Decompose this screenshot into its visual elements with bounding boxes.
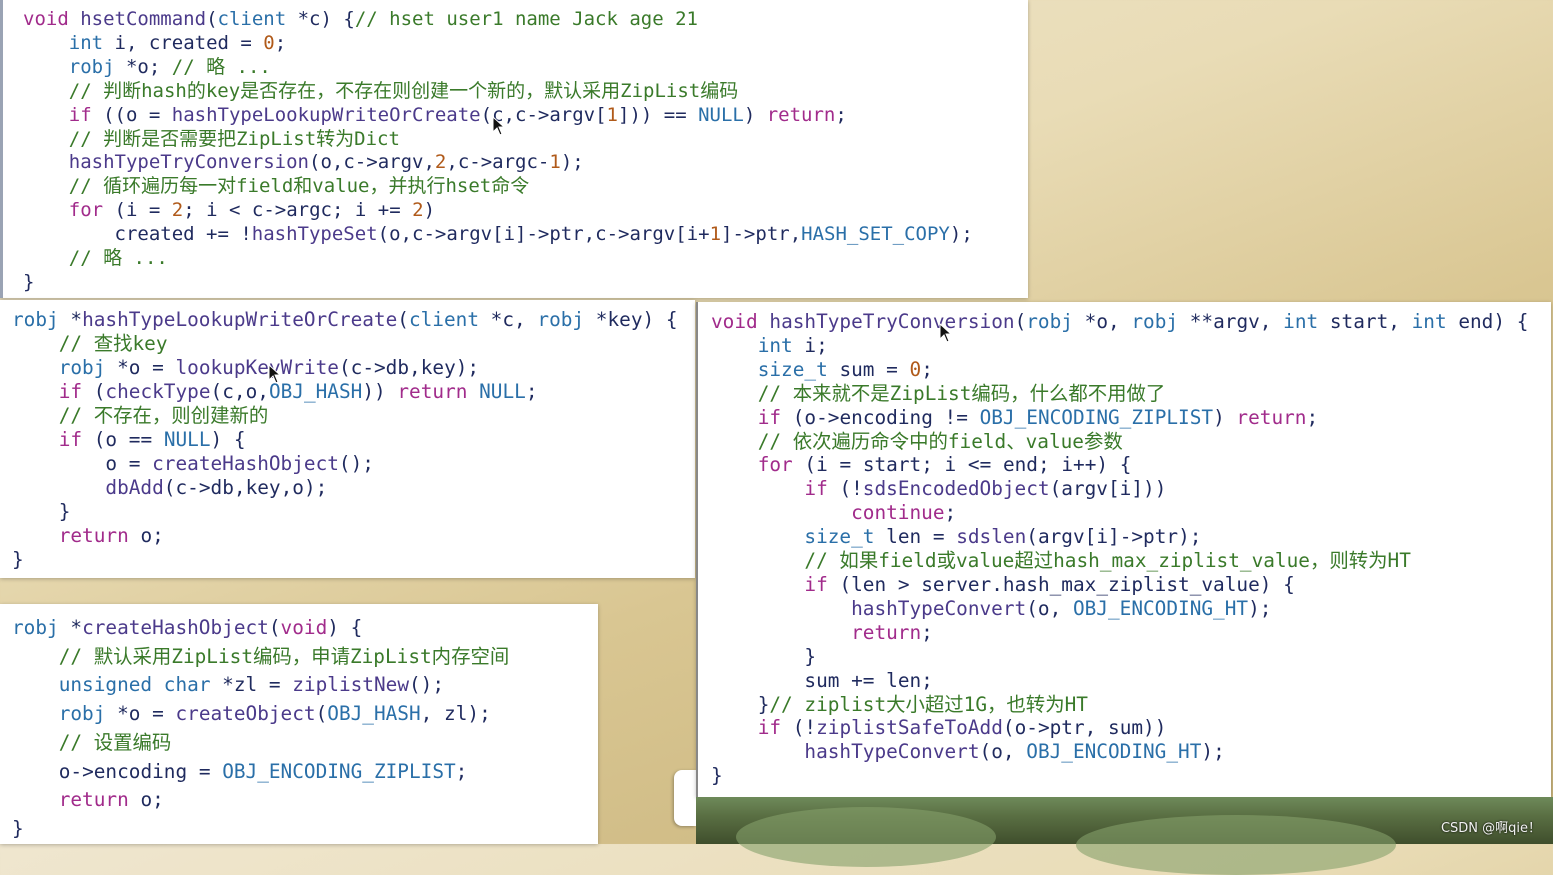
code-line: hashTypeConvert(o, OBJ_ENCODING_HT);	[804, 740, 1225, 764]
code-line: sum += len;	[804, 668, 933, 692]
code-line: if (!ziplistSafeToAdd(o->ptr, sum))	[757, 716, 1167, 740]
desktop-wallpaper: CSDN @啊qie！	[696, 797, 1553, 875]
code-block: robj *hashTypeLookupWriteOrCreate(client…	[12, 308, 695, 572]
code-panel-try-conversion: void hashTypeTryConversion(robj *o, robj…	[696, 302, 1551, 797]
code-line: for (i = start; i <= end; i++) {	[757, 453, 1132, 477]
code-line: // 判断hash的key是否存在，不存在则创建一个新的，默认采用ZipList…	[68, 79, 739, 102]
code-line: robj *o; // 略 ...	[68, 55, 271, 78]
code-line: created += !hashTypeSet(o,c->argv[i]->pt…	[114, 223, 973, 246]
code-line: if (o->encoding != OBJ_ENCODING_ZIPLIST)…	[757, 405, 1319, 429]
code-line: o->encoding = OBJ_ENCODING_ZIPLIST;	[58, 759, 468, 783]
code-panel-hset-command: void hsetCommand(client *c) {// hset use…	[0, 0, 1028, 298]
code-line: return;	[851, 620, 933, 644]
watermark-text: CSDN @啊qie！	[1440, 821, 1541, 836]
code-block: void hsetCommand(client *c) {// hset use…	[23, 8, 1028, 295]
code-line: // 略 ...	[68, 247, 168, 270]
code-line: robj *hashTypeLookupWriteOrCreate(client…	[12, 308, 678, 331]
code-line: hashTypeTryConversion(o,c->argv,2,c->arg…	[68, 151, 584, 174]
code-line: // 默认采用ZipList编码，申请ZipList内存空间	[58, 644, 510, 668]
code-line: unsigned char *zl = ziplistNew();	[58, 673, 445, 697]
code-line: int i, created = 0;	[68, 31, 287, 54]
code-line: // 如果field或value超过hash_max_ziplist_value…	[804, 549, 1411, 573]
code-block: robj *createHashObject(void) { // 默认采用Zi…	[12, 614, 598, 844]
code-line: continue;	[851, 501, 957, 525]
code-line: // 设置编码	[58, 730, 172, 754]
code-line: if ((o = hashTypeLookupWriteOrCreate(c,c…	[68, 103, 847, 126]
code-panel-lookup-write-or-create: robj *hashTypeLookupWriteOrCreate(client…	[0, 300, 695, 578]
code-line: }	[711, 644, 817, 668]
code-line: }	[23, 270, 35, 293]
code-line: size_t len = sdslen(argv[i]->ptr);	[804, 525, 1202, 549]
code-line: robj *o = lookupKeyWrite(c->db,key);	[58, 356, 480, 379]
code-line: // 判断是否需要把ZipList转为Dict	[68, 127, 400, 150]
code-line: // 依次遍历命令中的field、value参数	[757, 429, 1123, 453]
code-line: robj *o = createObject(OBJ_HASH, zl);	[58, 702, 491, 726]
code-line: void hashTypeTryConversion(robj *o, robj…	[711, 310, 1529, 333]
mouse-cursor-icon	[268, 364, 282, 384]
code-line: size_t sum = 0;	[757, 357, 933, 381]
code-line: }	[12, 816, 24, 840]
window-edge-handle[interactable]	[674, 770, 696, 826]
code-line: hashTypeConvert(o, OBJ_ENCODING_HT);	[851, 596, 1272, 620]
code-panel-create-hash-object: robj *createHashObject(void) { // 默认采用Zi…	[0, 604, 598, 844]
code-line: if (o == NULL) {	[58, 428, 246, 451]
code-line: }	[12, 548, 24, 571]
mouse-cursor-icon	[492, 116, 506, 136]
code-line: return o;	[58, 524, 164, 547]
mouse-cursor-icon	[939, 323, 953, 343]
code-line: int i;	[757, 333, 828, 357]
code-line: return o;	[58, 788, 164, 812]
code-line: if (checkType(c,o,OBJ_HASH)) return NULL…	[58, 380, 538, 403]
code-line: // 查找key	[58, 332, 168, 355]
code-line: // 本来就不是ZipList编码，什么都不用做了	[757, 381, 1166, 405]
code-line: // 循环遍历每一对field和value，并执行hset命令	[68, 175, 530, 198]
code-line: }// ziplist大小超过1G，也转为HT	[711, 692, 1088, 716]
code-block: void hashTypeTryConversion(robj *o, robj…	[711, 310, 1551, 788]
code-line: void hsetCommand(client *c) {// hset use…	[23, 8, 698, 30]
code-line: }	[711, 764, 723, 788]
code-line: }	[12, 500, 71, 523]
code-line: dbAdd(c->db,key,o);	[105, 476, 328, 499]
code-line: for (i = 2; i < c->argc; i += 2)	[68, 199, 436, 222]
code-line: if (!sdsEncodedObject(argv[i]))	[804, 477, 1167, 501]
code-line: robj *createHashObject(void) {	[12, 616, 363, 639]
code-line: if (len > server.hash_max_ziplist_value)…	[804, 572, 1295, 596]
code-line: o = createHashObject();	[105, 452, 374, 475]
code-line: // 不存在，则创建新的	[58, 404, 269, 427]
